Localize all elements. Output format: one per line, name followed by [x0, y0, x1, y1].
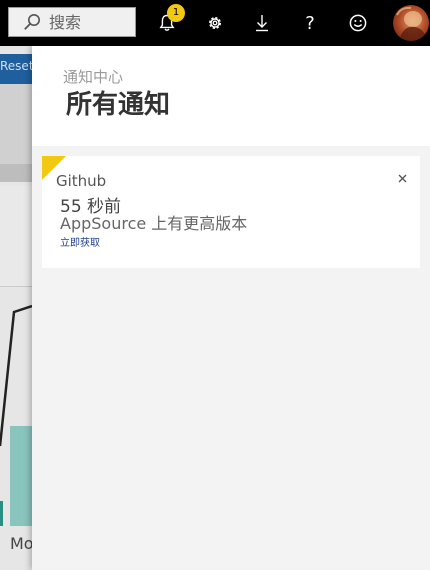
notification-source: Github [56, 172, 107, 190]
avatar[interactable] [393, 5, 429, 41]
notification-count-badge: 1 [167, 4, 185, 22]
top-bar: 1 ? [0, 0, 430, 46]
download-icon [256, 15, 268, 32]
close-icon [398, 174, 406, 182]
search-input[interactable] [49, 12, 129, 32]
background-band-dark [0, 164, 32, 182]
settings-button[interactable] [200, 8, 230, 38]
dismiss-notification-button[interactable] [394, 170, 410, 186]
help-icon: ? [305, 12, 315, 34]
background-report: Reset Mo [0, 46, 32, 570]
background-ribbon: Reset [0, 54, 32, 84]
background-ribbon-text: Reset [0, 59, 32, 73]
gear-icon [209, 17, 221, 29]
smiley-icon [349, 14, 367, 32]
panel-title: 所有通知 [66, 90, 171, 120]
download-button[interactable] [247, 8, 277, 38]
avatar-image [396, 6, 427, 41]
background-band [0, 84, 32, 164]
notification-card[interactable]: Github 55 秒前 AppSource 上有更高版本 立即获取 [42, 156, 420, 268]
background-chart-bar [10, 426, 32, 526]
background-label: Mo [10, 534, 32, 553]
feedback-button[interactable] [343, 8, 373, 38]
background-chart-bar-small [0, 501, 3, 526]
notification-message: AppSource 上有更高版本 [60, 214, 248, 233]
get-now-link[interactable]: 立即获取 [60, 234, 100, 249]
panel-header: 通知中心 所有通知 [32, 46, 430, 146]
search-box[interactable] [8, 7, 136, 37]
search-icon [24, 14, 40, 30]
notification-panel: 通知中心 所有通知 Github 55 秒前 AppSource 上有更高版本 … [32, 46, 430, 570]
help-button[interactable]: ? [295, 8, 325, 38]
